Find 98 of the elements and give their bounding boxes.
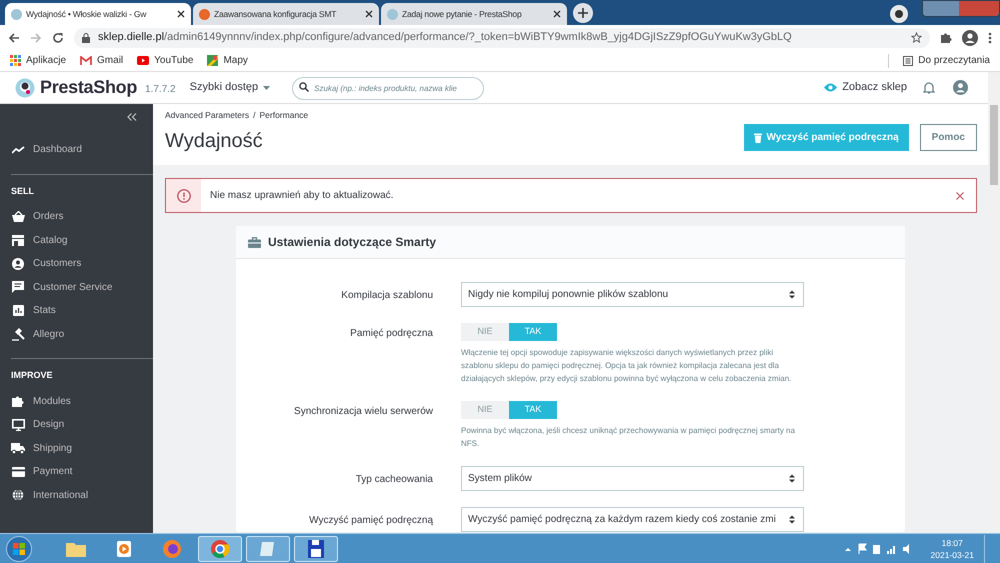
play-icon bbox=[137, 56, 150, 65]
sidebar-item[interactable]: Stats bbox=[0, 299, 153, 322]
star-icon[interactable] bbox=[911, 32, 922, 43]
menu-icon[interactable] bbox=[988, 32, 992, 44]
favicon-icon bbox=[199, 8, 210, 20]
section-heading: SELL bbox=[10, 184, 36, 198]
trash-icon bbox=[754, 132, 762, 142]
bell-icon[interactable] bbox=[923, 81, 935, 94]
mail-icon bbox=[80, 56, 92, 65]
browser-tab[interactable]: Zadaj nowe pytanie - PrestaShop bbox=[381, 3, 567, 25]
bookmark-link[interactable]: Aplikacje bbox=[10, 53, 66, 68]
profile-menu-icon[interactable] bbox=[890, 5, 908, 23]
updown-caret-icon bbox=[789, 474, 795, 483]
card-title: Ustawienia dotyczące Smarty bbox=[268, 234, 436, 251]
back-icon[interactable] bbox=[8, 32, 20, 44]
breadcrumb-link[interactable]: Advanced Parameters bbox=[165, 109, 250, 122]
trend-line-icon bbox=[12, 146, 24, 154]
favicon-icon bbox=[11, 8, 22, 20]
breadcrumb-separator: / bbox=[253, 109, 256, 122]
briefcase-icon bbox=[248, 236, 261, 248]
sidebar-item[interactable]: Allegro bbox=[0, 322, 153, 346]
logo-text: PrestaShop bbox=[40, 76, 138, 99]
field-label: Kompilacja szablonu bbox=[341, 290, 433, 301]
bookmark-link[interactable]: YouTube bbox=[137, 53, 194, 68]
help-button[interactable]: Pomoc bbox=[920, 124, 977, 151]
reading-list-link[interactable]: Do przeczytania bbox=[903, 53, 990, 68]
card-icon bbox=[12, 466, 24, 477]
help-text: Powinna być włączona, jeśli chcesz uniknąć przechowywania w pamięci podręcznej smarty na NFS. bbox=[461, 425, 796, 450]
new-tab-button[interactable] bbox=[573, 3, 593, 23]
sidebar-item[interactable]: Modules bbox=[0, 390, 153, 413]
plus-icon bbox=[578, 8, 588, 18]
updown-caret-icon bbox=[789, 290, 795, 299]
quick-access-dropdown[interactable]: Szybki dostęp bbox=[190, 79, 270, 96]
sidebar-item[interactable]: International bbox=[0, 484, 153, 507]
avatar-icon[interactable] bbox=[953, 80, 968, 95]
lock-icon bbox=[82, 32, 90, 42]
updown-caret-icon bbox=[789, 515, 795, 524]
eye-icon bbox=[824, 83, 838, 92]
avatar-icon[interactable] bbox=[962, 30, 978, 46]
help-text: Włączenie tej opcji spowoduje zapisywanie większości danych wyświetlanych przez pliki szablonu sklepu do pamięci podręcznej. Opcja ta jak również kompilacja zalecana jest dla działających sklepów, przy edycji szablonu powinna być wyłączona w celu zobaczenia zmian. bbox=[461, 347, 792, 385]
clock-date: 2021-03-21 bbox=[930, 548, 974, 560]
puzzle-icon[interactable] bbox=[940, 32, 952, 44]
bookmark-link[interactable]: Gmail bbox=[80, 53, 124, 68]
browser-tab[interactable]: Zaawansowana konfiguracja SMT bbox=[193, 3, 379, 25]
chat-icon bbox=[12, 281, 24, 294]
section-heading: IMPROVE bbox=[10, 369, 54, 382]
close-icon[interactable] bbox=[365, 10, 373, 18]
user-circle-icon bbox=[12, 258, 24, 270]
apps-grid-icon bbox=[10, 55, 21, 66]
field-label: Typ cacheowania bbox=[356, 474, 433, 485]
close-icon[interactable] bbox=[177, 10, 185, 18]
url-text: sklep.dielle.pl/admin6149ynnnv/index.php/configure/advanced/performance/?_token=bWiBTY9wmIk8wB_yjg4DGjISzZ9pfOGuYwuKw3yGbLQ bbox=[98, 30, 793, 46]
select-field[interactable]: Wyczyść pamięć podręczną za każdym razem kiedy coś zostanie zmi bbox=[461, 507, 804, 532]
favicon-icon bbox=[387, 8, 398, 20]
start-button[interactable] bbox=[6, 536, 32, 562]
field-label: Pamięć podręczna bbox=[350, 328, 433, 339]
sidebar-item[interactable]: Customers bbox=[0, 252, 153, 276]
window-controls[interactable] bbox=[922, 0, 1000, 17]
map-icon bbox=[207, 55, 218, 66]
version-label: 1.7.7.2 bbox=[145, 83, 176, 97]
basket-icon bbox=[12, 211, 24, 222]
clock-time: 18:07 bbox=[942, 536, 963, 548]
field-label: Synchronizacja wielu serwerów bbox=[294, 406, 433, 417]
close-icon[interactable] bbox=[553, 10, 561, 18]
select-field[interactable]: Nigdy nie kompiluj ponownie plików szablonu bbox=[461, 282, 804, 307]
sidebar-item[interactable]: Shipping bbox=[0, 436, 153, 460]
browser-tab[interactable]: Wydajność • Włoskie walizki - Gw bbox=[5, 3, 191, 25]
collapse-icon[interactable] bbox=[127, 113, 137, 121]
bookmark-link[interactable]: Mapy bbox=[207, 53, 248, 68]
gavel-icon bbox=[12, 328, 24, 341]
chrome-icon[interactable] bbox=[198, 536, 242, 562]
view-shop-link[interactable]: Zobacz sklep bbox=[824, 79, 907, 96]
sidebar-item[interactable]: Orders bbox=[0, 205, 153, 228]
bar-chart-icon bbox=[12, 305, 24, 316]
monitor-icon bbox=[12, 418, 24, 431]
logo-icon bbox=[15, 78, 35, 98]
search-field[interactable]: Szukaj (np.: indeks produktu, nazwa klie bbox=[292, 77, 484, 100]
store-icon bbox=[12, 234, 24, 246]
breadcrumb-link[interactable]: Performance bbox=[259, 109, 308, 122]
globe-icon bbox=[12, 489, 24, 502]
reload-icon[interactable] bbox=[52, 32, 64, 44]
sidebar-item[interactable]: Catalog bbox=[0, 228, 153, 252]
sidebar-item[interactable]: Dashboard bbox=[0, 138, 153, 162]
scrollbar[interactable] bbox=[988, 72, 1000, 533]
alert-message: Nie masz uprawnień aby to aktualizować. bbox=[210, 189, 394, 203]
page-title: Wydajność bbox=[165, 128, 264, 154]
search-icon bbox=[299, 82, 310, 92]
address-bar[interactable]: sklep.dielle.pl/admin6149ynnnv/index.php/configure/advanced/performance/?_token=bWiBTY9wmIk8wB_yjg4DGjISzZ9pfOGuYwuKw3yGbLQ bbox=[74, 28, 930, 48]
sidebar-item[interactable]: Design bbox=[0, 413, 153, 436]
select-field[interactable]: System plików bbox=[461, 466, 804, 491]
truck-icon bbox=[11, 442, 25, 454]
puzzle-icon bbox=[12, 395, 24, 408]
list-icon bbox=[903, 56, 914, 66]
sidebar-item[interactable]: Customer Service bbox=[0, 276, 153, 299]
sidebar-item[interactable]: Payment bbox=[0, 460, 153, 484]
alert-icon bbox=[176, 188, 190, 202]
caret-icon bbox=[263, 86, 270, 90]
field-label: Wyczyść pamięć podręczną bbox=[309, 515, 433, 526]
